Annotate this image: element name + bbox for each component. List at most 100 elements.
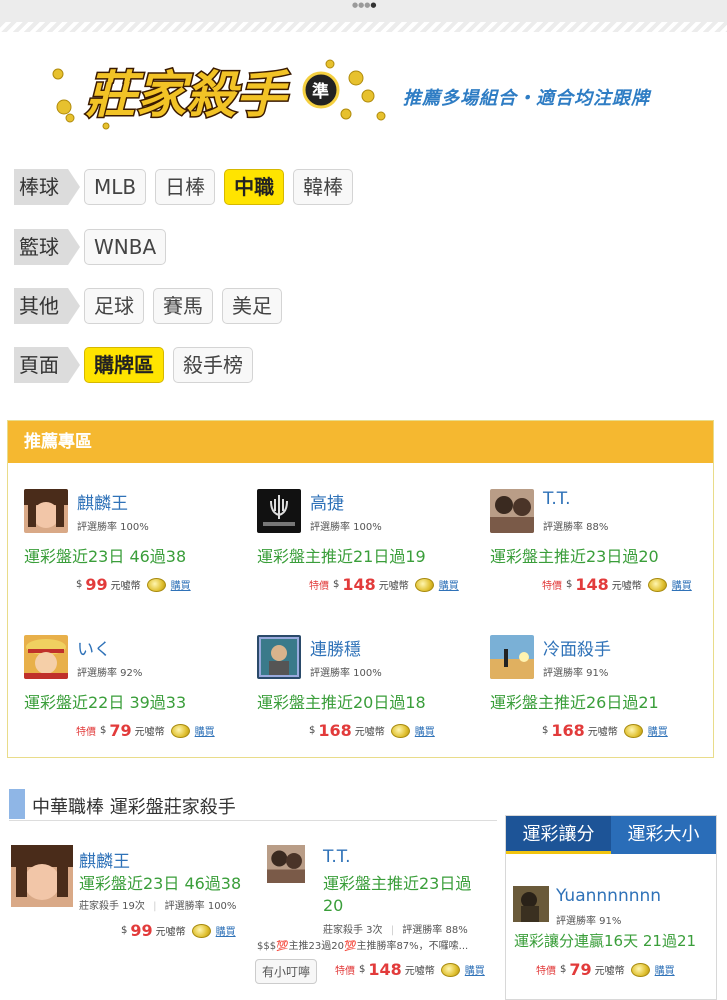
special-label: 特價 bbox=[335, 966, 355, 977]
price-value: 79 bbox=[569, 960, 592, 979]
tag-horse-racing[interactable]: 賽馬 bbox=[153, 288, 213, 324]
panel-tabs: 運彩讓分 運彩大小 bbox=[506, 816, 716, 854]
card-name[interactable]: 麒麟王 bbox=[77, 489, 128, 514]
card-price: 特價 $148 元噓幣 購買 bbox=[309, 575, 459, 594]
page-indicator: ●●●● bbox=[352, 1, 377, 9]
recommend-card[interactable]: 麒麟王 評選勝率 100% 運彩盤近23日 46過38 $99 元噓幣 購買 bbox=[24, 489, 249, 609]
avatar[interactable] bbox=[255, 845, 317, 883]
card-streak[interactable]: 運彩盤主推近23日過20 bbox=[323, 873, 488, 917]
price-value: 99 bbox=[85, 575, 108, 594]
card-streak[interactable]: 運彩盤主推近23日過20 bbox=[490, 543, 659, 567]
avatar[interactable] bbox=[513, 886, 549, 922]
recommend-card[interactable]: T.T. 評選勝率 88% 運彩盤主推近23日過20 特價 $148 元噓幣 購買 bbox=[490, 489, 715, 609]
card-rate: 評選勝率 88% bbox=[543, 522, 609, 533]
currency-symbol: $ bbox=[566, 579, 573, 590]
buy-link[interactable]: 購買 bbox=[439, 577, 459, 592]
recommend-card[interactable]: 冷面殺手 評選勝率 91% 運彩盤主推近26日過21 $168 元噓幣 購買 bbox=[490, 635, 715, 755]
currency-symbol: $ bbox=[76, 579, 83, 590]
card-name[interactable]: 高捷 bbox=[310, 489, 344, 514]
card-name[interactable]: 麒麟王 bbox=[79, 847, 130, 872]
tag-npb[interactable]: 日棒 bbox=[155, 169, 216, 205]
price-value: 148 bbox=[342, 575, 376, 594]
category-label-page: 頁面 bbox=[14, 347, 80, 383]
tag-soccer[interactable]: 足球 bbox=[84, 288, 144, 324]
currency-symbol: $ bbox=[359, 964, 366, 975]
buy-link[interactable]: 購買 bbox=[216, 923, 236, 938]
buy-link[interactable]: 購買 bbox=[465, 962, 485, 977]
buy-link[interactable]: 購買 bbox=[655, 962, 675, 977]
buy-link[interactable]: 購買 bbox=[415, 723, 435, 738]
price-value: 99 bbox=[130, 921, 153, 940]
card-price: $99 元噓幣 購買 bbox=[76, 575, 191, 594]
card-price: $99 元噓幣 購買 bbox=[121, 921, 236, 940]
buy-link[interactable]: 購買 bbox=[648, 723, 668, 738]
list-card[interactable]: 麒麟王 運彩盤近23日 46過38 莊家殺手 19次 | 評選勝率 100% $… bbox=[11, 845, 251, 945]
price-unit: 元噓幣 bbox=[378, 581, 409, 592]
avatar[interactable] bbox=[11, 845, 73, 907]
recommend-card[interactable]: 高捷 評選勝率 100% 運彩盤主推近21日過19 特價 $148 元噓幣 購買 bbox=[257, 489, 482, 609]
card-streak[interactable]: 運彩盤近23日 46過38 bbox=[24, 543, 186, 567]
price-value: 148 bbox=[575, 575, 609, 594]
zigzag-divider bbox=[0, 22, 727, 32]
price-unit: 元噓幣 bbox=[354, 727, 385, 738]
card-meta: 莊家殺手 19次 | 評選勝率 100% bbox=[79, 901, 237, 912]
card-price: $168 元噓幣 購買 bbox=[542, 721, 668, 740]
tag-purchase-area[interactable]: 購牌區 bbox=[84, 347, 164, 383]
card-name[interactable]: Yuannnnnnn bbox=[556, 886, 661, 906]
card-name[interactable]: 連勝穩 bbox=[310, 635, 361, 660]
tag-mlb[interactable]: MLB bbox=[84, 169, 147, 205]
card-streak[interactable]: 運彩讓分連贏16天 21過21 bbox=[514, 930, 696, 951]
card-streak[interactable]: 運彩盤主推近26日過21 bbox=[490, 689, 659, 713]
recommend-card[interactable]: 連勝穩 評選勝率 100% 運彩盤主推近20日過18 $168 元噓幣 購買 bbox=[257, 635, 482, 755]
avatar[interactable] bbox=[24, 489, 68, 533]
list-card[interactable]: T.T. 運彩盤主推近23日過20 莊家殺手 3次 | 評選勝率 88% $$$… bbox=[255, 845, 500, 985]
price-unit: 元噓幣 bbox=[404, 966, 435, 977]
coin-icon bbox=[630, 962, 650, 977]
buy-link[interactable]: 購買 bbox=[171, 577, 191, 592]
currency-symbol: $ bbox=[542, 725, 549, 736]
card-rate: 評選勝率 100% bbox=[310, 668, 382, 679]
recommend-card[interactable]: いく 評選勝率 92% 運彩盤近22日 39過33 特價 $79 元噓幣 購買 bbox=[24, 635, 249, 755]
category-row-page: 頁面 購牌區 殺手榜 bbox=[14, 346, 262, 384]
tag-kbo[interactable]: 韓棒 bbox=[293, 169, 354, 205]
card-rate: 評選勝率 91% bbox=[556, 916, 622, 927]
avatar[interactable] bbox=[257, 635, 301, 679]
section-accent-bar bbox=[9, 789, 25, 819]
card-name[interactable]: T.T. bbox=[543, 489, 571, 509]
tag-killer-ranking[interactable]: 殺手榜 bbox=[173, 347, 253, 383]
coin-icon bbox=[647, 577, 667, 592]
card-streak[interactable]: 運彩盤近23日 46過38 bbox=[79, 873, 241, 895]
currency-symbol: $ bbox=[100, 725, 107, 736]
tab-handicap[interactable]: 運彩讓分 bbox=[506, 816, 611, 854]
coin-icon bbox=[146, 577, 166, 592]
buy-link[interactable]: 購買 bbox=[672, 577, 692, 592]
card-price: 特價 $148 元噓幣 購買 bbox=[542, 575, 692, 594]
top-strip: ●●●● bbox=[0, 0, 727, 22]
card-name[interactable]: 冷面殺手 bbox=[543, 635, 611, 660]
card-streak[interactable]: 運彩盤主推近21日過19 bbox=[257, 543, 426, 567]
card-streak[interactable]: 運彩盤近22日 39過33 bbox=[24, 689, 186, 713]
coin-icon bbox=[414, 577, 434, 592]
avatar[interactable] bbox=[490, 635, 534, 679]
card-price: $168 元噓幣 購買 bbox=[309, 721, 435, 740]
avatar[interactable] bbox=[490, 489, 534, 533]
tab-over-under[interactable]: 運彩大小 bbox=[611, 816, 716, 854]
special-label: 特價 bbox=[536, 966, 556, 977]
avatar[interactable] bbox=[24, 635, 68, 679]
tip-button[interactable]: 有小叮嚀 bbox=[255, 959, 318, 984]
tag-american-football[interactable]: 美足 bbox=[222, 288, 282, 324]
card-name[interactable]: いく bbox=[77, 635, 111, 660]
card-name[interactable]: T.T. bbox=[323, 847, 351, 867]
avatar[interactable] bbox=[257, 489, 301, 533]
card-streak[interactable]: 運彩盤主推近20日過18 bbox=[257, 689, 426, 713]
price-value: 148 bbox=[368, 960, 402, 979]
site-logo[interactable]: 莊家殺手 準 bbox=[46, 52, 391, 132]
buy-link[interactable]: 購買 bbox=[195, 723, 215, 738]
price-unit: 元噓幣 bbox=[587, 727, 618, 738]
coin-icon bbox=[623, 723, 643, 738]
tag-cpbl[interactable]: 中職 bbox=[224, 169, 285, 205]
tag-wnba[interactable]: WNBA bbox=[84, 229, 167, 265]
price-value: 168 bbox=[551, 721, 585, 740]
price-unit: 元噓幣 bbox=[611, 581, 642, 592]
card-price: 特價 $148 元噓幣 購買 bbox=[335, 960, 485, 979]
